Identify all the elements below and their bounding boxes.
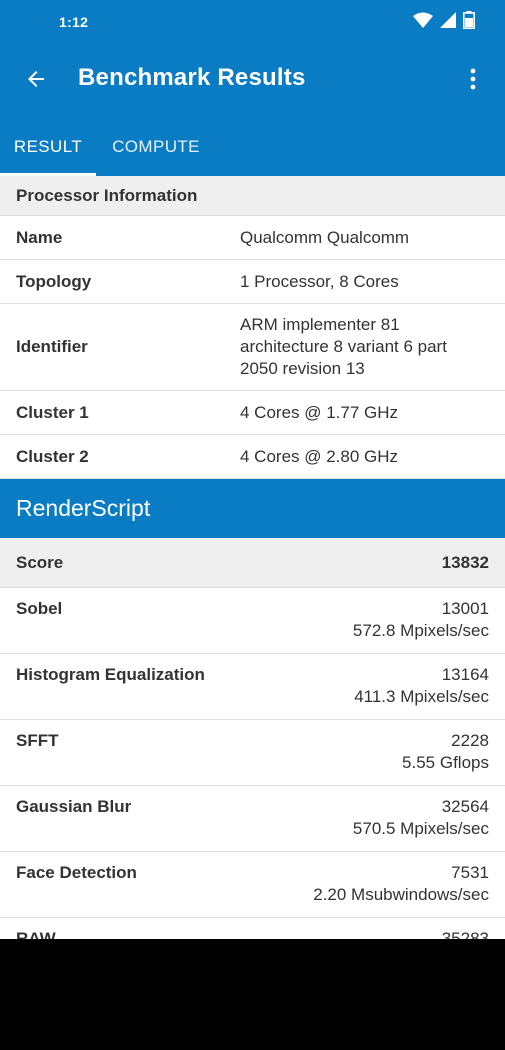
results-list[interactable]: Processor Information Name Qualcomm Qual… [0,176,505,939]
benchmark-rate: 2.20 Msubwindows/sec [313,885,489,904]
benchmark-name: Face Detection [16,863,137,882]
benchmark-score: 32564 [441,797,489,816]
info-value: 4 Cores @ 2.80 GHz [240,446,399,466]
benchmark-row-raw: RAW 35283 [0,918,505,939]
info-label: Cluster 1 [16,402,89,422]
info-row-name: Name Qualcomm Qualcomm [0,216,505,260]
info-value: Qualcomm Qualcomm [240,227,410,247]
benchmark-name: SFFT [16,731,59,750]
status-time: 1:12 [59,14,89,30]
benchmark-rate: 5.55 Gflops [402,753,489,772]
info-value: 4 Cores @ 1.77 GHz [240,402,399,422]
benchmark-row-sobel: Sobel 13001 572.8 Mpixels/sec [0,588,505,654]
score-value: 13832 [441,553,489,572]
toolbar: Benchmark Results [0,44,505,118]
page-title: Benchmark Results [78,64,306,91]
back-button[interactable] [16,61,56,101]
back-arrow-icon [24,67,48,96]
more-options-button[interactable] [453,61,493,101]
wifi-icon [413,12,433,33]
info-value: ARM implementer 81 architecture 8 varian… [240,315,447,378]
tab-compute[interactable]: COMPUTE [96,118,216,176]
info-row-topology: Topology 1 Processor, 8 Cores [0,260,505,304]
benchmark-rate: 570.5 Mpixels/sec [352,819,489,838]
info-label: Cluster 2 [16,446,89,466]
benchmark-name: Gaussian Blur [16,797,132,816]
benchmark-rate: 572.8 Mpixels/sec [352,621,489,640]
tab-result[interactable]: RESULT [0,118,96,176]
benchmark-score: 35283 [441,929,489,939]
more-vert-icon [470,68,476,95]
benchmark-row-histogram: Histogram Equalization 13164 411.3 Mpixe… [0,654,505,720]
signal-icon [440,11,456,33]
score-row: Score 13832 [0,538,505,588]
benchmark-row-face-detection: Face Detection 7531 2.20 Msubwindows/sec [0,852,505,918]
processor-section-header: Processor Information [0,176,505,216]
status-icons [413,10,475,34]
renderscript-banner: RenderScript [0,479,505,538]
info-row-cluster-2: Cluster 2 4 Cores @ 2.80 GHz [0,435,505,479]
score-label: Score [16,553,64,572]
info-label: Identifier [16,337,88,356]
benchmark-name: RAW [16,929,56,939]
app-screen: 1:12 Benchmark Results RESULT COMPUTE Pr… [0,0,505,939]
battery-icon [463,10,475,34]
benchmark-score: 13164 [441,665,489,684]
benchmark-rate: 411.3 Mpixels/sec [354,687,489,706]
benchmark-score: 13001 [441,599,489,618]
info-value: 1 Processor, 8 Cores [240,271,399,291]
benchmark-score: 7531 [451,863,489,882]
benchmark-name: Histogram Equalization [16,665,205,684]
info-row-cluster-1: Cluster 1 4 Cores @ 1.77 GHz [0,391,505,435]
benchmark-row-gaussian-blur: Gaussian Blur 32564 570.5 Mpixels/sec [0,786,505,852]
info-label: Name [16,227,63,247]
app-bar: 1:12 Benchmark Results RESULT COMPUTE [0,0,505,176]
benchmark-row-sfft: SFFT 2228 5.55 Gflops [0,720,505,786]
benchmark-name: Sobel [16,599,63,618]
benchmark-score: 2228 [451,731,489,750]
tab-bar: RESULT COMPUTE [0,118,505,176]
info-row-identifier: Identifier ARM implementer 81 architectu… [0,304,505,391]
status-bar: 1:12 [0,0,505,44]
info-label: Topology [16,271,92,291]
